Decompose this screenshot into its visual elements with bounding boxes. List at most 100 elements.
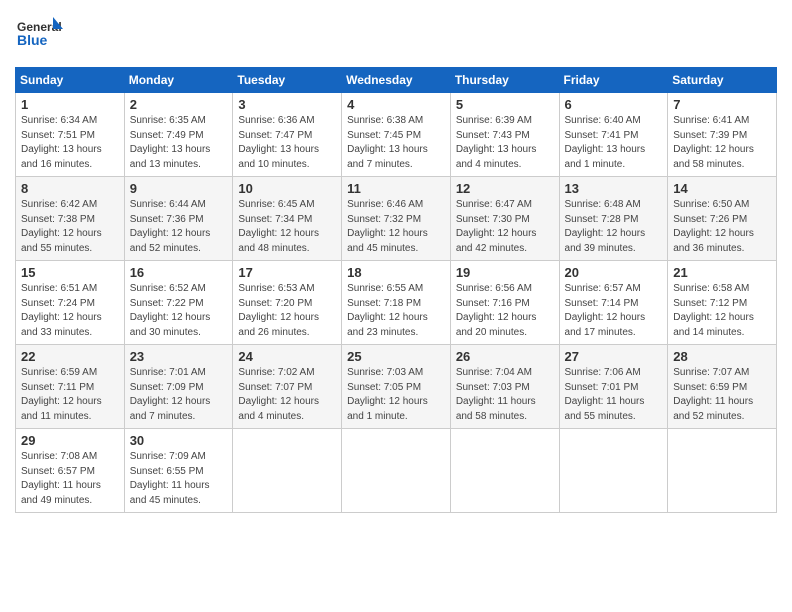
day-info: Sunrise: 6:59 AM Sunset: 7:11 PM Dayligh… — [21, 366, 119, 424]
day-number: 30 — [130, 433, 228, 448]
calendar-page: General Blue SundayMondayTuesdayWednesda… — [0, 0, 792, 612]
calendar-cell — [450, 429, 559, 513]
calendar-cell: 27 Sunrise: 7:06 AM Sunset: 7:01 PM Dayli… — [559, 345, 668, 429]
day-number: 7 — [673, 97, 771, 112]
day-info: Sunrise: 7:06 AM Sunset: 7:01 PM Dayligh… — [565, 366, 663, 424]
day-info: Sunrise: 6:42 AM Sunset: 7:38 PM Dayligh… — [21, 198, 119, 256]
day-number: 10 — [238, 181, 336, 196]
weekday-header-row: SundayMondayTuesdayWednesdayThursdayFrid… — [16, 68, 777, 93]
calendar-cell: 10Sunrise: 6:45 AM Sunset: 7:34 PM Dayli… — [233, 177, 342, 261]
day-info: Sunrise: 6:50 AM Sunset: 7:26 PM Dayligh… — [673, 198, 771, 256]
day-info: Sunrise: 6:48 AM Sunset: 7:28 PM Dayligh… — [565, 198, 663, 256]
day-info: Sunrise: 6:35 AM Sunset: 7:49 PM Dayligh… — [130, 114, 228, 172]
day-info: Sunrise: 7:04 AM Sunset: 7:03 PM Dayligh… — [456, 366, 554, 424]
day-number: 1 — [21, 97, 119, 112]
day-info: Sunrise: 6:53 AM Sunset: 7:20 PM Dayligh… — [238, 282, 336, 340]
weekday-sunday: Sunday — [16, 68, 125, 93]
calendar-cell: 8Sunrise: 6:42 AM Sunset: 7:38 PM Daylig… — [16, 177, 125, 261]
weekday-tuesday: Tuesday — [233, 68, 342, 93]
week-row-5: 29 Sunrise: 7:08 AM Sunset: 6:57 PM Dayli… — [16, 429, 777, 513]
day-info: Sunrise: 6:56 AM Sunset: 7:16 PM Dayligh… — [456, 282, 554, 340]
day-number: 14 — [673, 181, 771, 196]
day-number: 4 — [347, 97, 445, 112]
calendar-cell — [233, 429, 342, 513]
calendar-cell: 23 Sunrise: 7:01 AM Sunset: 7:09 PM Dayli… — [124, 345, 233, 429]
day-number: 21 — [673, 265, 771, 280]
day-number: 2 — [130, 97, 228, 112]
calendar-cell: 13 Sunrise: 6:48 AM Sunset: 7:28 PM Dayli… — [559, 177, 668, 261]
calendar-cell: 18Sunrise: 6:55 AM Sunset: 7:18 PM Dayli… — [342, 261, 451, 345]
calendar-cell: 28Sunrise: 7:07 AM Sunset: 6:59 PM Dayli… — [668, 345, 777, 429]
day-number: 29 — [21, 433, 119, 448]
calendar-cell: 17 Sunrise: 6:53 AM Sunset: 7:20 PM Dayli… — [233, 261, 342, 345]
weekday-monday: Monday — [124, 68, 233, 93]
day-info: Sunrise: 6:58 AM Sunset: 7:12 PM Dayligh… — [673, 282, 771, 340]
day-number: 12 — [456, 181, 554, 196]
calendar-cell: 1 Sunrise: 6:34 AM Sunset: 7:51 PM Daylig… — [16, 93, 125, 177]
header: General Blue — [15, 15, 777, 57]
day-info: Sunrise: 6:41 AM Sunset: 7:39 PM Dayligh… — [673, 114, 771, 172]
weekday-saturday: Saturday — [668, 68, 777, 93]
day-number: 3 — [238, 97, 336, 112]
day-number: 15 — [21, 265, 119, 280]
week-row-4: 22 Sunrise: 6:59 AM Sunset: 7:11 PM Dayli… — [16, 345, 777, 429]
calendar-cell: 20 Sunrise: 6:57 AM Sunset: 7:14 PM Dayli… — [559, 261, 668, 345]
week-row-1: 1 Sunrise: 6:34 AM Sunset: 7:51 PM Daylig… — [16, 93, 777, 177]
day-info: Sunrise: 6:47 AM Sunset: 7:30 PM Dayligh… — [456, 198, 554, 256]
day-number: 6 — [565, 97, 663, 112]
calendar-cell: 6Sunrise: 6:40 AM Sunset: 7:41 PM Daylig… — [559, 93, 668, 177]
svg-text:Blue: Blue — [17, 32, 48, 48]
calendar-cell: 16 Sunrise: 6:52 AM Sunset: 7:22 PM Dayli… — [124, 261, 233, 345]
day-number: 13 — [565, 181, 663, 196]
day-info: Sunrise: 6:34 AM Sunset: 7:51 PM Dayligh… — [21, 114, 119, 172]
day-number: 27 — [565, 349, 663, 364]
day-info: Sunrise: 7:01 AM Sunset: 7:09 PM Dayligh… — [130, 366, 228, 424]
day-number: 17 — [238, 265, 336, 280]
calendar-cell: 2 Sunrise: 6:35 AM Sunset: 7:49 PM Daylig… — [124, 93, 233, 177]
calendar-cell: 21 Sunrise: 6:58 AM Sunset: 7:12 PM Dayli… — [668, 261, 777, 345]
weekday-thursday: Thursday — [450, 68, 559, 93]
calendar-cell — [559, 429, 668, 513]
day-number: 16 — [130, 265, 228, 280]
day-info: Sunrise: 6:36 AM Sunset: 7:47 PM Dayligh… — [238, 114, 336, 172]
calendar-cell: 4Sunrise: 6:38 AM Sunset: 7:45 PM Daylig… — [342, 93, 451, 177]
day-number: 22 — [21, 349, 119, 364]
day-info: Sunrise: 6:51 AM Sunset: 7:24 PM Dayligh… — [21, 282, 119, 340]
week-row-3: 15 Sunrise: 6:51 AM Sunset: 7:24 PM Dayli… — [16, 261, 777, 345]
day-number: 9 — [130, 181, 228, 196]
day-info: Sunrise: 6:46 AM Sunset: 7:32 PM Dayligh… — [347, 198, 445, 256]
day-number: 28 — [673, 349, 771, 364]
calendar-cell: 19Sunrise: 6:56 AM Sunset: 7:16 PM Dayli… — [450, 261, 559, 345]
day-info: Sunrise: 7:02 AM Sunset: 7:07 PM Dayligh… — [238, 366, 336, 424]
day-number: 20 — [565, 265, 663, 280]
calendar-cell: 24 Sunrise: 7:02 AM Sunset: 7:07 PM Dayli… — [233, 345, 342, 429]
day-info: Sunrise: 7:03 AM Sunset: 7:05 PM Dayligh… — [347, 366, 445, 424]
calendar-cell: 15 Sunrise: 6:51 AM Sunset: 7:24 PM Dayli… — [16, 261, 125, 345]
calendar-cell: 25Sunrise: 7:03 AM Sunset: 7:05 PM Dayli… — [342, 345, 451, 429]
day-info: Sunrise: 7:09 AM Sunset: 6:55 PM Dayligh… — [130, 450, 228, 508]
calendar-cell: 26 Sunrise: 7:04 AM Sunset: 7:03 PM Dayli… — [450, 345, 559, 429]
calendar-cell: 29 Sunrise: 7:08 AM Sunset: 6:57 PM Dayli… — [16, 429, 125, 513]
day-info: Sunrise: 6:52 AM Sunset: 7:22 PM Dayligh… — [130, 282, 228, 340]
day-number: 24 — [238, 349, 336, 364]
day-info: Sunrise: 6:57 AM Sunset: 7:14 PM Dayligh… — [565, 282, 663, 340]
day-info: Sunrise: 7:08 AM Sunset: 6:57 PM Dayligh… — [21, 450, 119, 508]
calendar-cell: 3 Sunrise: 6:36 AM Sunset: 7:47 PM Daylig… — [233, 93, 342, 177]
day-info: Sunrise: 6:39 AM Sunset: 7:43 PM Dayligh… — [456, 114, 554, 172]
day-info: Sunrise: 6:44 AM Sunset: 7:36 PM Dayligh… — [130, 198, 228, 256]
day-number: 11 — [347, 181, 445, 196]
calendar-cell: 9 Sunrise: 6:44 AM Sunset: 7:36 PM Daylig… — [124, 177, 233, 261]
calendar-body: 1 Sunrise: 6:34 AM Sunset: 7:51 PM Daylig… — [16, 93, 777, 513]
logo: General Blue — [15, 15, 65, 57]
calendar-cell: 12 Sunrise: 6:47 AM Sunset: 7:30 PM Dayli… — [450, 177, 559, 261]
day-number: 26 — [456, 349, 554, 364]
weekday-wednesday: Wednesday — [342, 68, 451, 93]
calendar-cell: 30 Sunrise: 7:09 AM Sunset: 6:55 PM Dayli… — [124, 429, 233, 513]
calendar-cell: 14 Sunrise: 6:50 AM Sunset: 7:26 PM Dayli… — [668, 177, 777, 261]
day-number: 23 — [130, 349, 228, 364]
calendar-cell — [342, 429, 451, 513]
day-info: Sunrise: 6:55 AM Sunset: 7:18 PM Dayligh… — [347, 282, 445, 340]
day-number: 5 — [456, 97, 554, 112]
calendar-cell — [668, 429, 777, 513]
calendar-cell: 11 Sunrise: 6:46 AM Sunset: 7:32 PM Dayli… — [342, 177, 451, 261]
